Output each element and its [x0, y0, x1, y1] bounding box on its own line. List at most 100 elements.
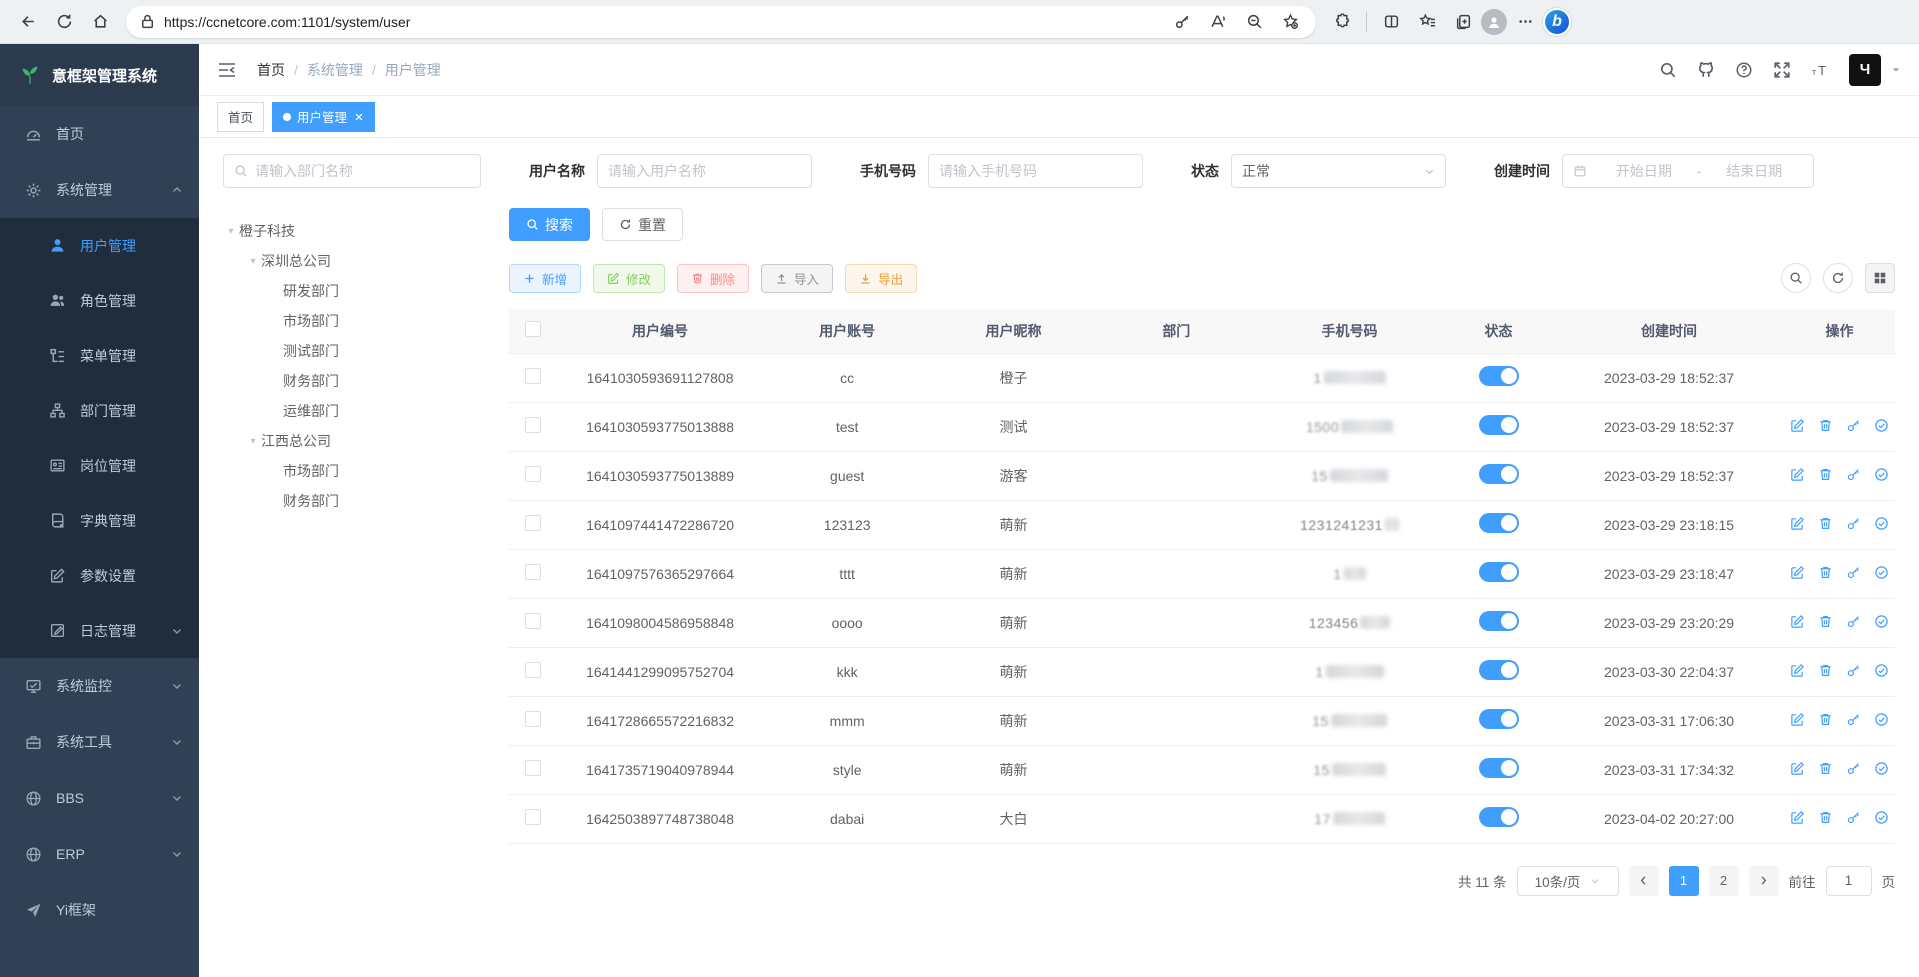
row-checkbox[interactable]: [525, 515, 541, 531]
tree-node[interactable]: 市场部门: [223, 456, 481, 486]
reset-password-key-icon[interactable]: [1846, 663, 1861, 678]
tab-close-icon[interactable]: [354, 112, 364, 122]
page-size-select[interactable]: 10条/页: [1517, 866, 1619, 896]
row-checkbox[interactable]: [525, 662, 541, 678]
dept-search-input[interactable]: [255, 163, 470, 179]
breadcrumb-item[interactable]: 首页: [257, 60, 285, 80]
sidebar-item-menu[interactable]: 菜单管理: [0, 328, 199, 383]
row-edit-icon[interactable]: [1790, 810, 1805, 825]
font-size-icon[interactable]: тT: [1803, 53, 1837, 87]
sidebar-item-user[interactable]: 用户管理: [0, 218, 199, 273]
column-settings-grid-icon[interactable]: [1865, 263, 1895, 293]
row-edit-icon[interactable]: [1790, 614, 1805, 629]
github-icon[interactable]: [1689, 53, 1723, 87]
extensions-icon[interactable]: [1327, 7, 1357, 37]
address-bar[interactable]: https://ccnetcore.com:1101/system/user: [126, 6, 1316, 38]
edit-button[interactable]: 修改: [593, 264, 665, 293]
row-delete-icon[interactable]: [1818, 810, 1833, 825]
prev-page-button[interactable]: [1629, 866, 1659, 896]
status-toggle[interactable]: [1479, 807, 1519, 827]
search-button[interactable]: 搜索: [509, 208, 590, 241]
row-delete-icon[interactable]: [1818, 516, 1833, 531]
sidebar-item-dept[interactable]: 部门管理: [0, 383, 199, 438]
username-input[interactable]: [608, 163, 801, 179]
toggle-search-icon[interactable]: [1781, 263, 1811, 293]
tree-node[interactable]: 财务部门: [223, 486, 481, 516]
browser-reload-icon[interactable]: [49, 7, 79, 37]
assign-role-check-icon[interactable]: [1874, 418, 1889, 433]
app-logo[interactable]: 意框架管理系统: [0, 44, 199, 106]
row-edit-icon[interactable]: [1790, 467, 1805, 482]
row-checkbox[interactable]: [525, 368, 541, 384]
tree-node[interactable]: ▾深圳总公司: [223, 246, 481, 276]
user-avatar[interactable]: Ч: [1849, 54, 1881, 86]
sidebar-item-config[interactable]: 参数设置: [0, 548, 199, 603]
browser-home-icon[interactable]: [85, 7, 115, 37]
browser-profile-avatar[interactable]: [1481, 9, 1507, 35]
select-all-checkbox[interactable]: [525, 321, 541, 337]
tree-caret-icon[interactable]: ▾: [223, 226, 239, 237]
assign-role-check-icon[interactable]: [1874, 810, 1889, 825]
status-toggle[interactable]: [1479, 415, 1519, 435]
reset-password-key-icon[interactable]: [1846, 712, 1861, 727]
assign-role-check-icon[interactable]: [1874, 467, 1889, 482]
reset-password-key-icon[interactable]: [1846, 565, 1861, 580]
tree-node[interactable]: 运维部门: [223, 396, 481, 426]
phone-input[interactable]: [939, 163, 1132, 179]
row-edit-icon[interactable]: [1790, 761, 1805, 776]
sidebar-item-home[interactable]: 首页: [0, 106, 199, 162]
reset-password-key-icon[interactable]: [1846, 418, 1861, 433]
assign-role-check-icon[interactable]: [1874, 761, 1889, 776]
tree-node[interactable]: ▾江西总公司: [223, 426, 481, 456]
row-delete-icon[interactable]: [1818, 663, 1833, 678]
avatar-caret-down-icon[interactable]: [1891, 65, 1901, 75]
row-checkbox[interactable]: [525, 711, 541, 727]
tree-caret-icon[interactable]: ▾: [245, 436, 261, 447]
fullscreen-icon[interactable]: [1765, 53, 1799, 87]
page-button-1[interactable]: 1: [1669, 866, 1699, 896]
url-text[interactable]: https://ccnetcore.com:1101/system/user: [164, 14, 1164, 30]
row-delete-icon[interactable]: [1818, 712, 1833, 727]
page-button-2[interactable]: 2: [1709, 866, 1739, 896]
row-checkbox[interactable]: [525, 613, 541, 629]
read-aloud-icon[interactable]: [1203, 7, 1233, 37]
reset-password-key-icon[interactable]: [1846, 467, 1861, 482]
sidebar-item-role[interactable]: 角色管理: [0, 273, 199, 328]
status-toggle[interactable]: [1479, 611, 1519, 631]
row-checkbox[interactable]: [525, 417, 541, 433]
reset-password-key-icon[interactable]: [1846, 810, 1861, 825]
assign-role-check-icon[interactable]: [1874, 614, 1889, 629]
row-edit-icon[interactable]: [1790, 712, 1805, 727]
status-select[interactable]: 正常: [1231, 154, 1446, 188]
row-delete-icon[interactable]: [1818, 467, 1833, 482]
reset-password-key-icon[interactable]: [1846, 614, 1861, 629]
row-checkbox[interactable]: [525, 809, 541, 825]
assign-role-check-icon[interactable]: [1874, 712, 1889, 727]
row-delete-icon[interactable]: [1818, 565, 1833, 580]
collections-icon[interactable]: [1448, 7, 1478, 37]
collapse-sidebar-icon[interactable]: [217, 58, 241, 82]
status-toggle[interactable]: [1479, 562, 1519, 582]
row-edit-icon[interactable]: [1790, 663, 1805, 678]
row-edit-icon[interactable]: [1790, 418, 1805, 433]
copilot-bing-icon[interactable]: b: [1543, 8, 1571, 36]
breadcrumb-item[interactable]: 用户管理: [385, 60, 441, 80]
tree-node[interactable]: 研发部门: [223, 276, 481, 306]
assign-role-check-icon[interactable]: [1874, 663, 1889, 678]
zoom-out-icon[interactable]: [1239, 7, 1269, 37]
next-page-button[interactable]: [1749, 866, 1779, 896]
favorites-icon[interactable]: [1412, 7, 1442, 37]
row-delete-icon[interactable]: [1818, 614, 1833, 629]
tree-caret-icon[interactable]: ▾: [245, 256, 261, 267]
sidebar-item-monitor[interactable]: 系统监控: [0, 658, 199, 714]
tree-node[interactable]: 市场部门: [223, 306, 481, 336]
row-checkbox[interactable]: [525, 760, 541, 776]
tree-node[interactable]: ▾橙子科技: [223, 216, 481, 246]
assign-role-check-icon[interactable]: [1874, 565, 1889, 580]
sidebar-item-system[interactable]: 系统管理: [0, 162, 199, 218]
sidebar-item-bbs[interactable]: BBS: [0, 770, 199, 826]
delete-button[interactable]: 删除: [677, 264, 749, 293]
row-delete-icon[interactable]: [1818, 418, 1833, 433]
export-button[interactable]: 导出: [845, 264, 917, 293]
row-checkbox[interactable]: [525, 564, 541, 580]
